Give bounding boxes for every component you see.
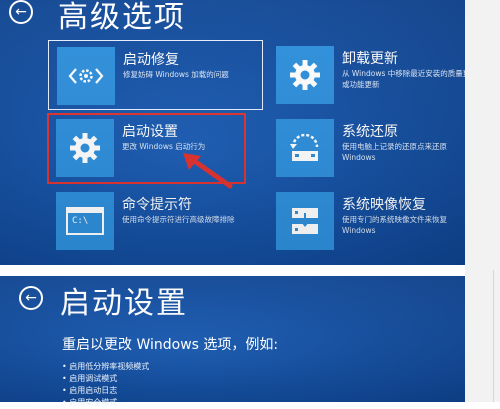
startup-repair-icon xyxy=(57,47,115,105)
list-item: 启用低分辨率视频模式 xyxy=(62,361,149,373)
tile-title: 命令提示符 xyxy=(122,197,192,213)
page-margin xyxy=(465,0,500,402)
tile-system-restore[interactable]: 系统还原 使用电脑上记录的还原点来还原 Windows xyxy=(268,113,465,183)
startup-settings-subtitle: 重启以更改 Windows 选项，例如: xyxy=(62,337,279,353)
cmd-prompt-text: C:\ xyxy=(72,216,89,226)
tile-description: 使用专门的系统映像文件来恢复 Windows xyxy=(342,215,447,235)
tile-title: 启动修复 xyxy=(123,52,179,68)
tile-uninstall-updates[interactable]: 卸载更新 从 Windows 中移除最近安装的质量更新或功能更新 xyxy=(268,40,465,110)
tile-description: 使用电脑上记录的还原点来还原 Windows xyxy=(342,142,447,162)
red-arrow-icon xyxy=(183,153,233,189)
tile-description: 使用命令提示符进行高级故障排除 xyxy=(122,215,235,224)
advanced-options-screen: ← 高级选项 启动修复 修复妨碍 Windows 加载的问题 卸载更新 从 Wi… xyxy=(0,0,465,265)
page-title: 启动设置 xyxy=(60,286,188,321)
system-restore-icon xyxy=(276,119,334,177)
tile-system-image-recovery[interactable]: 系统映像恢复 使用专门的系统映像文件来恢复 Windows xyxy=(268,186,465,256)
system-image-icon xyxy=(276,192,334,250)
tile-title: 卸载更新 xyxy=(342,51,398,67)
list-item: 启用安全模式 xyxy=(62,397,149,409)
tile-command-prompt[interactable]: C:\ 命令提示符 使用命令提示符进行高级故障排除 xyxy=(48,186,263,256)
page-title: 高级选项 xyxy=(58,0,186,35)
back-arrow-icon[interactable]: ← xyxy=(19,286,43,310)
tile-title: 系统还原 xyxy=(342,124,398,140)
tile-description: 修复妨碍 Windows 加载的问题 xyxy=(123,70,229,79)
tile-startup-repair[interactable]: 启动修复 修复妨碍 Windows 加载的问题 xyxy=(48,40,263,110)
list-item: 启用调试模式 xyxy=(62,373,149,385)
command-prompt-icon: C:\ xyxy=(56,192,114,250)
tile-title: 系统映像恢复 xyxy=(342,197,426,213)
list-item: 启用启动日志 xyxy=(62,385,149,397)
back-arrow-icon[interactable]: ← xyxy=(9,0,33,24)
tile-description: 从 Windows 中移除最近安装的质量更新或功能更新 xyxy=(342,69,465,89)
gear-icon xyxy=(276,46,334,104)
